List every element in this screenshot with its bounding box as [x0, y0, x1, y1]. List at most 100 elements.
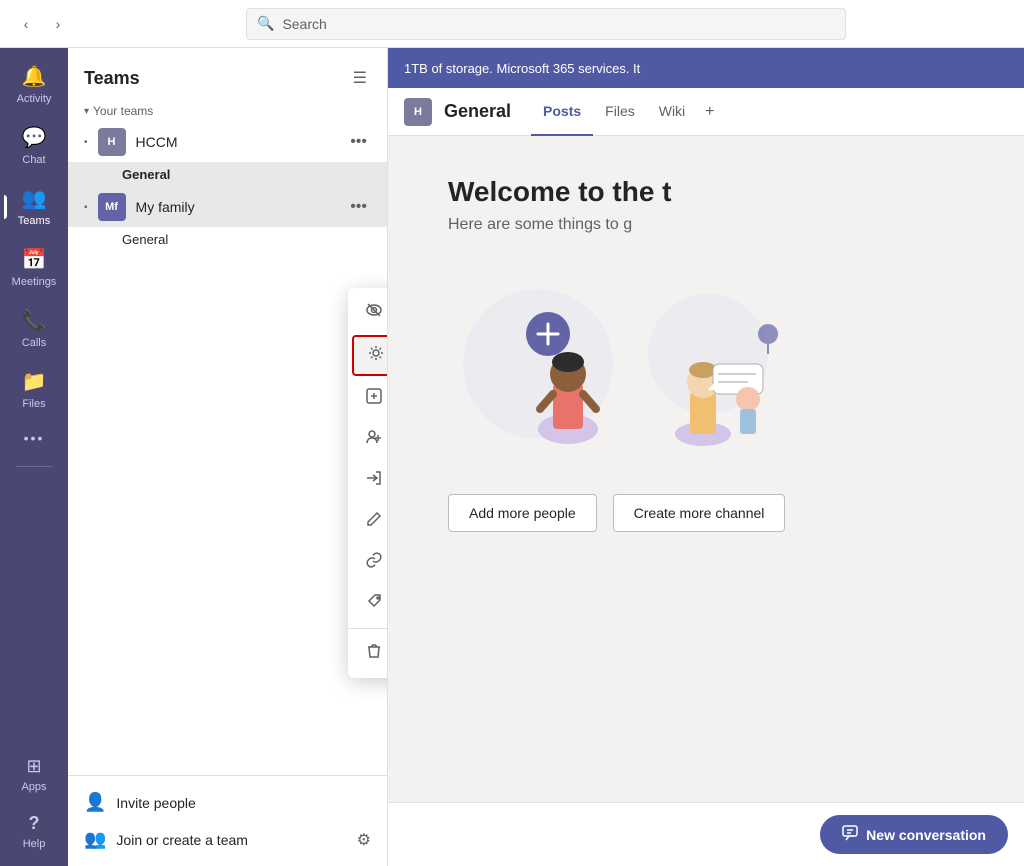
channel-hccm-general[interactable]: General: [68, 162, 387, 187]
sidebar-item-activity[interactable]: 🔔 Activity: [4, 56, 64, 113]
sidebar-item-label-apps: Apps: [21, 781, 46, 793]
bullet-hccm: •: [84, 137, 88, 148]
channel-avatar: H: [404, 98, 432, 126]
join-icon: 👥: [84, 829, 106, 850]
search-icon: 🔍: [257, 15, 274, 32]
sidebar-item-label-activity: Activity: [17, 93, 52, 105]
join-create-action[interactable]: 👥 Join or create a team ⚙: [68, 821, 387, 858]
apps-icon: ⊞: [26, 756, 41, 777]
illustration: [448, 274, 964, 454]
add-channel-icon: [364, 388, 384, 409]
content-footer: New conversation: [388, 802, 1024, 866]
content-body: Welcome to the t Here are some things to…: [388, 136, 1024, 802]
avatar-myfamily: Mf: [98, 193, 126, 221]
sidebar-item-label-help: Help: [23, 838, 46, 850]
teams-icon: 👥: [22, 186, 47, 211]
join-settings-icon[interactable]: ⚙: [357, 830, 371, 850]
team-menu-myfamily[interactable]: •••: [346, 196, 371, 218]
menu-item-delete-team[interactable]: Delete the team: [348, 633, 388, 674]
sidebar-item-label-teams: Teams: [18, 215, 50, 227]
action-buttons: Add more people Create more channel: [448, 494, 964, 532]
back-button[interactable]: ‹: [12, 10, 40, 38]
new-conv-label: New conversation: [866, 827, 986, 843]
sidebar-item-help[interactable]: ? Help: [4, 805, 64, 858]
sidebar-item-files[interactable]: 📁 Files: [4, 361, 64, 418]
sidebar-item-apps[interactable]: ⊞ Apps: [4, 748, 64, 801]
storage-banner: 1TB of storage. Microsoft 365 services. …: [388, 48, 1024, 88]
chat-icon: 💬: [22, 125, 47, 150]
team-item-hccm[interactable]: • H HCCM •••: [68, 122, 387, 162]
teams-section-label: ▾ Your teams: [68, 100, 387, 122]
sidebar-item-more[interactable]: •••: [4, 422, 64, 454]
invite-icon: 👤: [84, 792, 106, 813]
menu-item-leave-team[interactable]: Leave the team: [348, 460, 388, 501]
tab-posts[interactable]: Posts: [531, 88, 593, 136]
sidebar-item-teams[interactable]: 👥 Teams: [4, 178, 64, 235]
help-icon: ?: [29, 813, 40, 834]
search-bar[interactable]: 🔍 Search: [246, 8, 846, 40]
add-member-icon: [364, 429, 384, 450]
hide-icon: [364, 302, 384, 323]
top-bar: ‹ › 🔍 Search: [0, 0, 1024, 48]
team-name-myfamily: My family: [136, 199, 337, 215]
main-layout: 🔔 Activity 💬 Chat 👥 Teams 📅 Meetings 📞 C…: [0, 48, 1024, 866]
nav-arrows: ‹ ›: [12, 10, 72, 38]
storage-text: 1TB of storage. Microsoft 365 services. …: [404, 61, 640, 76]
filter-icon[interactable]: ☰: [349, 64, 371, 92]
invite-people-action[interactable]: 👤 Invite people: [68, 784, 387, 821]
files-icon: 📁: [22, 369, 47, 394]
tab-wiki[interactable]: Wiki: [647, 88, 697, 136]
menu-item-hide[interactable]: Hide: [348, 292, 388, 333]
meetings-icon: 📅: [22, 247, 47, 272]
menu-item-edit-team[interactable]: Edit team: [348, 501, 388, 542]
new-conversation-button[interactable]: New conversation: [820, 815, 1008, 854]
channel-title: General: [444, 101, 511, 122]
edit-team-icon: [364, 511, 384, 532]
sidebar-item-calls[interactable]: 📞 Calls: [4, 300, 64, 357]
nav-sidebar: 🔔 Activity 💬 Chat 👥 Teams 📅 Meetings 📞 C…: [0, 48, 68, 866]
join-label: Join or create a team: [116, 832, 248, 848]
sidebar-item-label-files: Files: [22, 398, 45, 410]
search-placeholder: Search: [282, 16, 326, 32]
channel-tabs: Posts Files Wiki +: [531, 88, 722, 136]
teams-panel-bottom: 👤 Invite people 👥 Join or create a team …: [68, 775, 387, 866]
bullet-myfamily: ▪: [84, 202, 88, 213]
calls-icon: 📞: [22, 308, 47, 333]
tab-files[interactable]: Files: [593, 88, 647, 136]
section-chevron: ▾: [84, 106, 89, 117]
menu-item-add-member[interactable]: Add member: [348, 419, 388, 460]
team-item-myfamily[interactable]: ▪ Mf My family •••: [68, 187, 387, 227]
tab-add-button[interactable]: +: [697, 88, 722, 136]
welcome-title: Welcome to the t: [448, 176, 964, 208]
teams-header: Teams ☰: [68, 48, 387, 100]
teams-panel-title: Teams: [84, 68, 140, 89]
new-conv-icon: [842, 825, 858, 844]
sidebar-item-chat[interactable]: 💬 Chat: [4, 117, 64, 174]
manage-tags-icon: [364, 593, 384, 614]
forward-button[interactable]: ›: [44, 10, 72, 38]
menu-divider: [348, 628, 388, 629]
avatar-hccm: H: [98, 128, 126, 156]
leave-team-icon: [364, 470, 384, 491]
menu-item-get-link[interactable]: Get link to team: [348, 542, 388, 583]
menu-item-manage-team[interactable]: Manage team: [352, 335, 388, 376]
menu-item-add-channel[interactable]: Add channel: [348, 378, 388, 419]
context-menu: Hide Manage team: [348, 288, 388, 678]
create-channel-button[interactable]: Create more channel: [613, 494, 786, 532]
team-name-hccm: HCCM: [136, 134, 337, 150]
channel-myfamily-general[interactable]: General: [68, 227, 387, 252]
sidebar-item-meetings[interactable]: 📅 Meetings: [4, 239, 64, 296]
sidebar-item-label-calls: Calls: [22, 337, 46, 349]
sidebar-item-label-meetings: Meetings: [12, 276, 57, 288]
nav-bottom: ⊞ Apps ? Help: [4, 748, 64, 858]
more-icon: •••: [24, 430, 45, 446]
menu-item-manage-tags[interactable]: Manage tags: [348, 583, 388, 624]
main-content: 1TB of storage. Microsoft 365 services. …: [388, 48, 1024, 866]
add-people-button[interactable]: Add more people: [448, 494, 597, 532]
manage-team-icon: [366, 345, 386, 366]
team-menu-hccm[interactable]: •••: [346, 131, 371, 153]
invite-label: Invite people: [116, 795, 195, 811]
delete-team-icon: [364, 643, 384, 664]
channel-header: H General Posts Files Wiki +: [388, 88, 1024, 136]
sidebar-item-label-chat: Chat: [22, 154, 45, 166]
